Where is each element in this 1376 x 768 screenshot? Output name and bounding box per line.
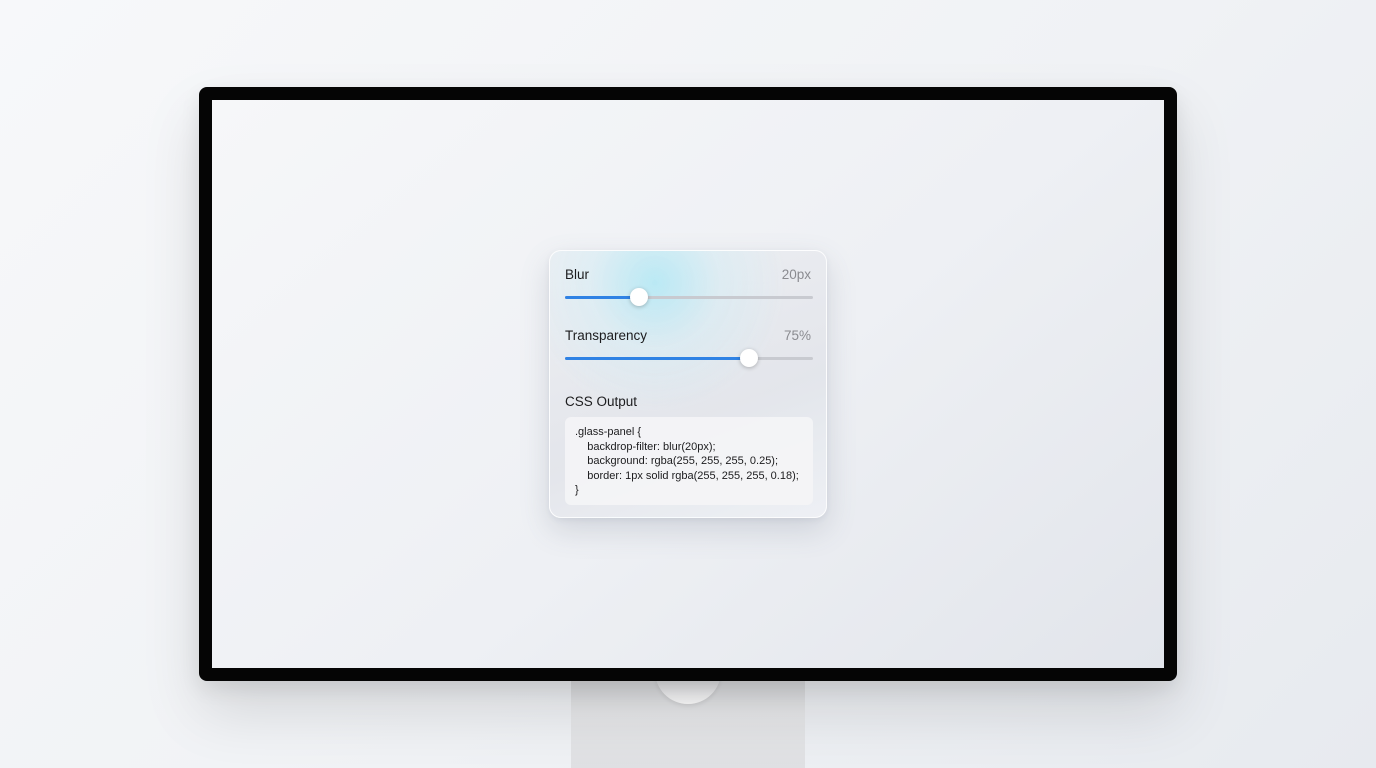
transparency-row: Transparency 75% bbox=[565, 328, 811, 343]
blur-row: Blur 20px bbox=[565, 267, 811, 282]
code-line: background: rgba(255, 255, 255, 0.25); bbox=[575, 455, 779, 467]
blur-slider-fill bbox=[565, 296, 640, 299]
glass-panel: Blur 20px Transparency 75% CSS Output .g… bbox=[549, 250, 827, 518]
blur-label: Blur bbox=[565, 267, 590, 282]
transparency-value: 75% bbox=[783, 328, 811, 343]
blur-value: 20px bbox=[781, 267, 811, 282]
css-output-title: CSS Output bbox=[565, 394, 638, 409]
css-output-code[interactable]: .glass-panel { backdrop-filter: blur(20p… bbox=[565, 417, 813, 505]
monitor-bezel: Blur 20px Transparency 75% CSS Output .g… bbox=[199, 87, 1177, 681]
code-line: border: 1px solid rgba(255, 255, 255, 0.… bbox=[575, 469, 799, 482]
blur-slider[interactable] bbox=[565, 288, 813, 306]
blur-slider-thumb[interactable] bbox=[630, 288, 649, 306]
code-line: backdrop-filter: blur(20px); bbox=[575, 440, 716, 453]
code-line: .glass-panel { bbox=[575, 426, 642, 438]
code-line: } bbox=[575, 484, 579, 496]
monitor-screen: Blur 20px Transparency 75% CSS Output .g… bbox=[212, 100, 1164, 668]
transparency-label: Transparency bbox=[565, 328, 648, 343]
transparency-slider-thumb[interactable] bbox=[739, 349, 758, 367]
transparency-slider-fill bbox=[565, 357, 749, 360]
transparency-slider[interactable] bbox=[565, 349, 813, 367]
